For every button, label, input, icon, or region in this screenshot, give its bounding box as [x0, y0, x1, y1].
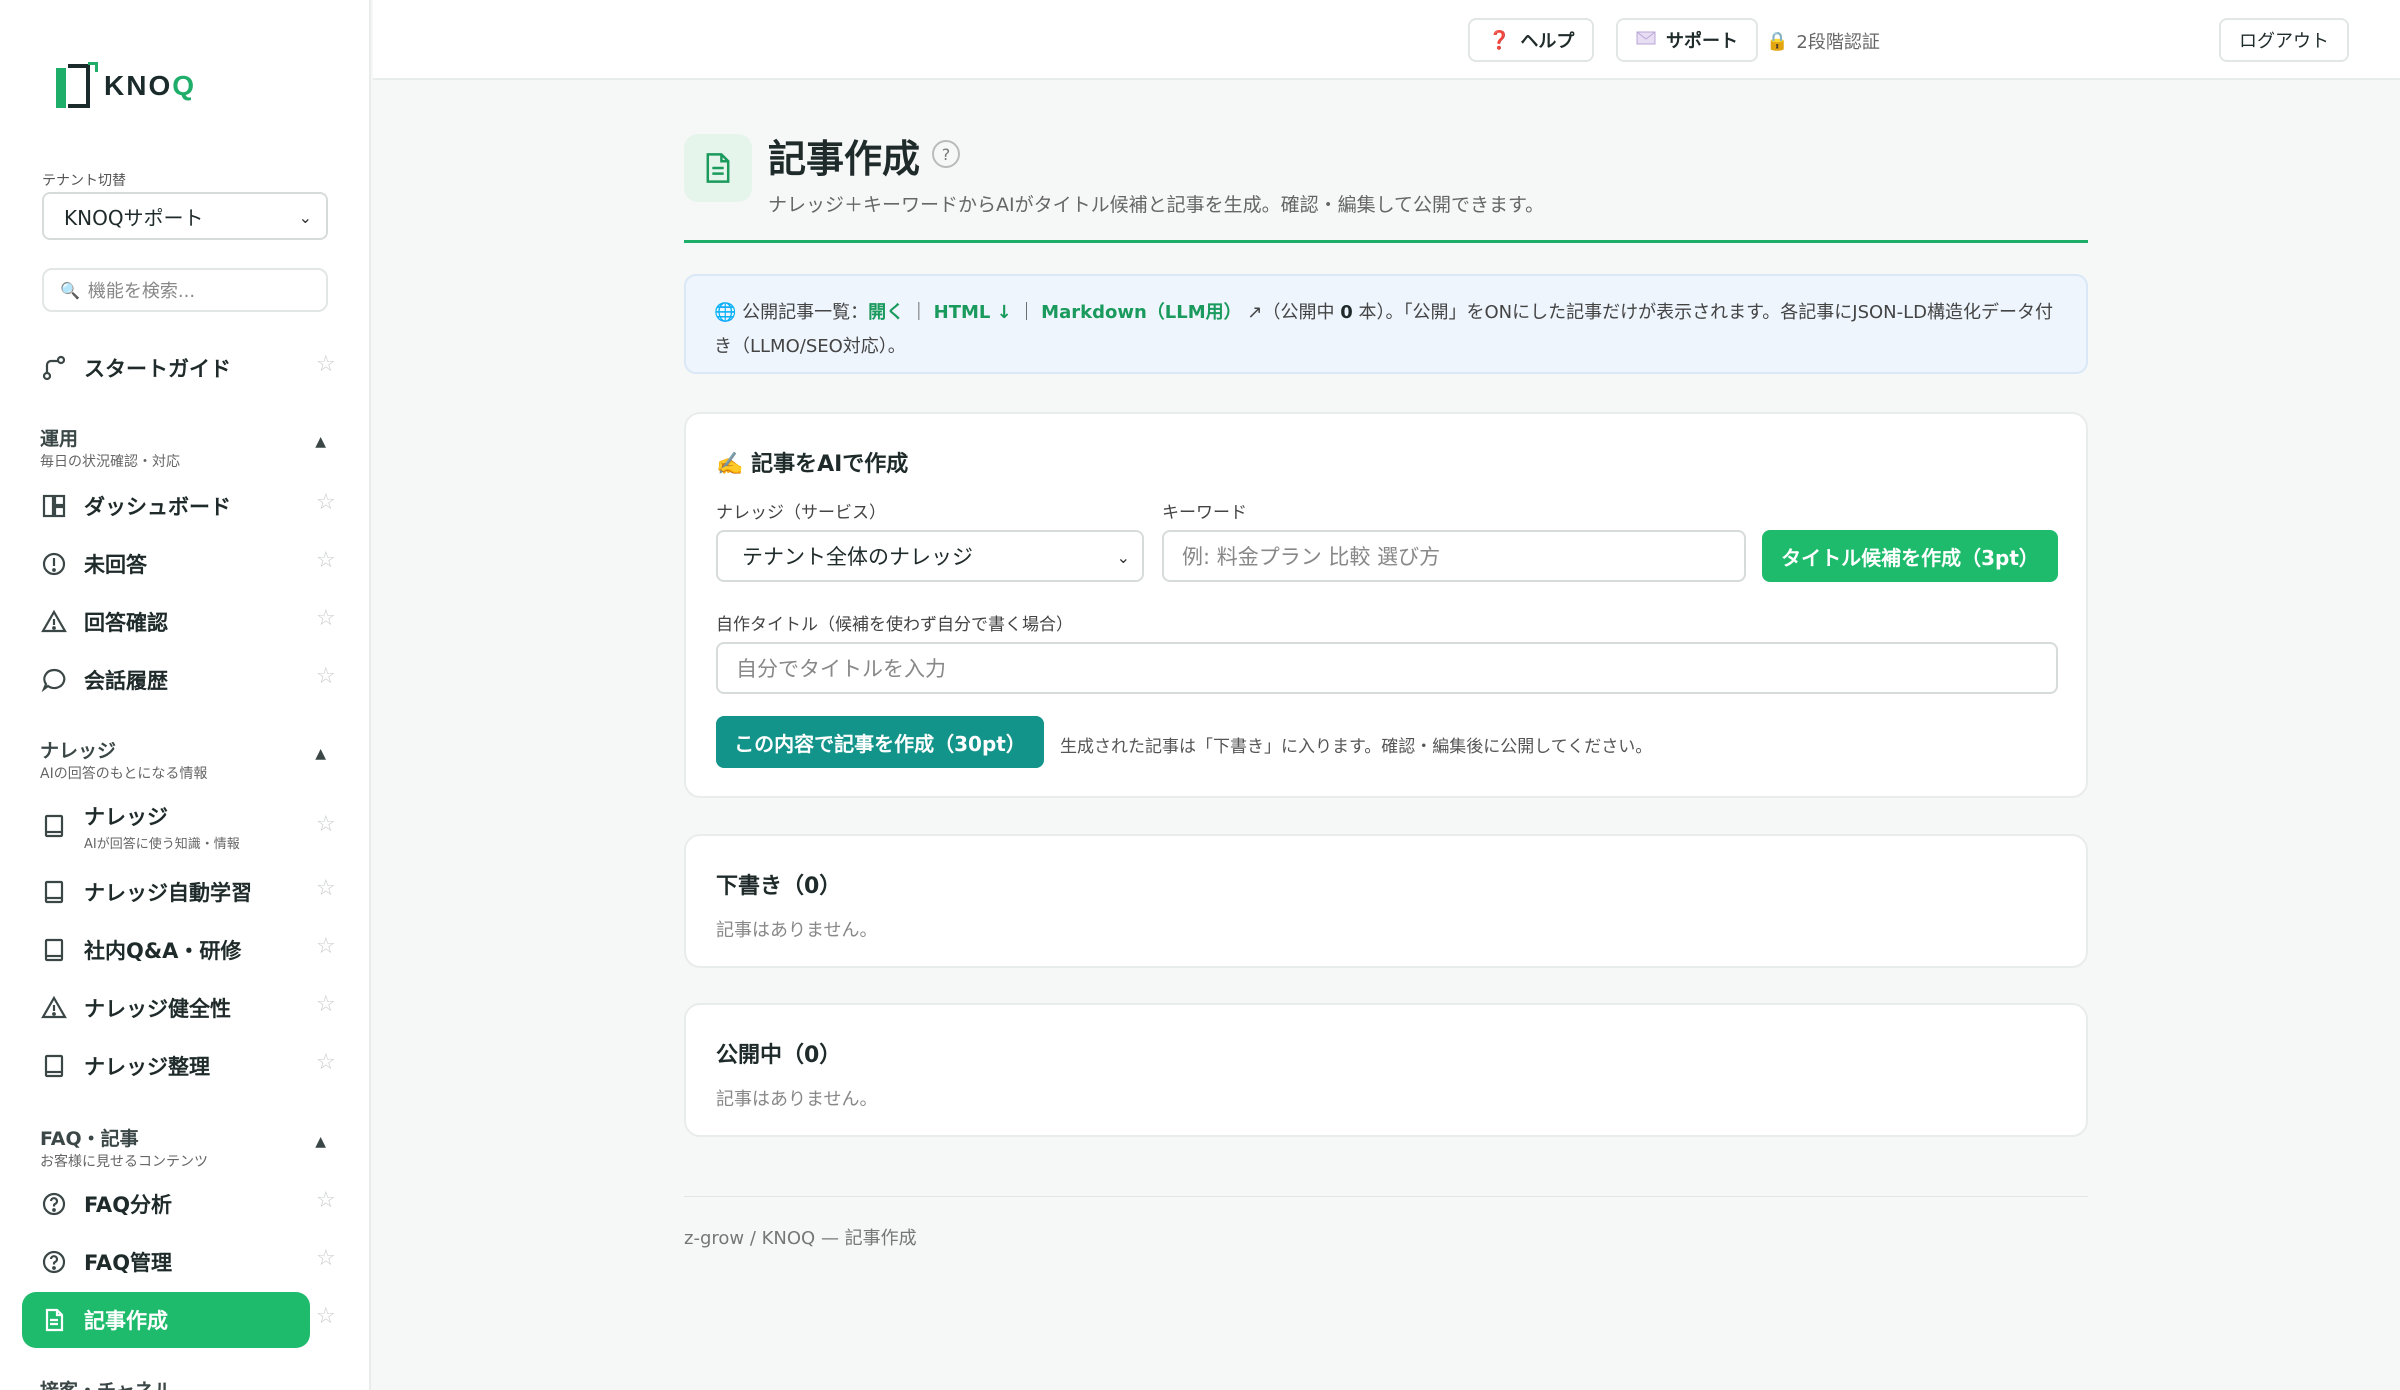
- favorite-star-icon[interactable]: ☆: [316, 812, 336, 837]
- dashboard-icon: [40, 492, 68, 520]
- question-mark-icon: ❓: [1488, 29, 1511, 51]
- knowledge-select-value: テナント全体のナレッジ: [742, 545, 973, 569]
- favorite-star-icon[interactable]: ☆: [316, 352, 336, 377]
- warning-triangle-icon: [40, 994, 68, 1022]
- published-empty-message: 記事はありません。: [716, 1089, 878, 1110]
- sidebar-item-knowledge-auto-learning[interactable]: ナレッジ自動学習: [22, 864, 310, 920]
- collapse-arrow-icon: ▲: [315, 746, 326, 762]
- warning-triangle-icon: [40, 608, 68, 636]
- sidebar-item-faq-management[interactable]: FAQ管理: [22, 1234, 310, 1290]
- favorite-star-icon[interactable]: ☆: [316, 1304, 336, 1329]
- ai-article-card: ✍️ 記事をAIで作成 ナレッジ（サービス） テナント全体のナレッジ ⌄ キーワ…: [684, 412, 2088, 798]
- chevron-down-icon: ⌄: [298, 208, 312, 227]
- feature-search-placeholder: 機能を検索...: [87, 281, 196, 302]
- markdown-link[interactable]: Markdown（LLM用）: [1041, 302, 1241, 323]
- route-icon: [40, 354, 68, 382]
- top-bar: ❓ ヘルプ サポート 🔒 2段階認証 ログアウト: [373, 0, 2400, 80]
- custom-title-label: 自作タイトル（候補を使わず自分で書く場合）: [716, 615, 1073, 635]
- published-count: 0: [1340, 302, 1353, 323]
- help-circle-icon: [40, 1248, 68, 1276]
- sidebar-item-knowledge-organize[interactable]: ナレッジ整理: [22, 1038, 310, 1094]
- sidebar-item-start-guide[interactable]: スタートガイド: [22, 340, 310, 396]
- published-title: 公開中（0）: [716, 1043, 842, 1068]
- favorite-star-icon[interactable]: ☆: [316, 1188, 336, 1213]
- keyword-input[interactable]: 例: 料金プラン 比較 選び方: [1162, 530, 1746, 582]
- two-factor-auth-link[interactable]: 🔒 2段階認証: [1766, 28, 1880, 54]
- alert-circle-icon: [40, 550, 68, 578]
- html-download-link[interactable]: HTML ↓: [934, 302, 1012, 323]
- footer-text: z-grow / KNOQ — 記事作成: [684, 1228, 917, 1249]
- section-operations[interactable]: 運用 毎日の状況確認・対応 ▲: [40, 424, 330, 471]
- custom-title-input[interactable]: 自分でタイトルを入力: [716, 642, 2058, 694]
- knowledge-label: ナレッジ（サービス）: [716, 503, 886, 523]
- sidebar-item-dashboard[interactable]: ダッシュボード: [22, 478, 310, 534]
- drafts-title: 下書き（0）: [716, 874, 842, 899]
- sidebar-item-knowledge-health[interactable]: ナレッジ健全性: [22, 980, 310, 1036]
- section-customer-channels[interactable]: 接客・チャネル: [40, 1376, 330, 1390]
- sidebar-item-knowledge[interactable]: ナレッジ AIが回答に使う知識・情報: [22, 798, 310, 854]
- book-icon: [40, 812, 68, 840]
- drafts-card: 下書き（0） 記事はありません。: [684, 834, 2088, 968]
- logo-mark-icon: [54, 62, 98, 110]
- sidebar-item-internal-qa-training[interactable]: 社内Q&A・研修: [22, 922, 310, 978]
- knoq-logo[interactable]: KNOQ: [54, 62, 196, 110]
- create-article-hint: 生成された記事は「下書き」に入ります。確認・編集後に公開してください。: [1060, 737, 1653, 757]
- collapse-arrow-icon: ▲: [315, 1134, 326, 1150]
- footer-divider: [684, 1196, 2088, 1197]
- page-title: 記事作成: [768, 137, 921, 181]
- create-article-button[interactable]: この内容で記事を作成（30pt）: [716, 716, 1044, 768]
- search-icon: 🔍: [60, 280, 80, 300]
- favorite-star-icon[interactable]: ☆: [316, 876, 336, 901]
- sidebar-item-answer-review[interactable]: 回答確認: [22, 594, 310, 650]
- envelope-icon: [1636, 30, 1656, 51]
- feature-search-input[interactable]: 🔍 機能を検索...: [42, 268, 328, 312]
- ai-card-title: ✍️ 記事をAIで作成: [716, 452, 909, 477]
- favorite-star-icon[interactable]: ☆: [316, 934, 336, 959]
- lock-icon: 🔒: [1766, 30, 1789, 52]
- help-button[interactable]: ❓ ヘルプ: [1468, 18, 1595, 62]
- section-faq-articles[interactable]: FAQ・記事 お客様に見せるコンテンツ ▲: [40, 1124, 330, 1171]
- section-knowledge[interactable]: ナレッジ AIの回答のもとになる情報 ▲: [40, 736, 330, 783]
- knowledge-select[interactable]: テナント全体のナレッジ ⌄: [716, 530, 1144, 582]
- collapse-arrow-icon: ▲: [315, 434, 326, 450]
- globe-icon: 🌐: [714, 302, 737, 323]
- logout-button[interactable]: ログアウト: [2219, 18, 2349, 62]
- favorite-star-icon[interactable]: ☆: [316, 664, 336, 689]
- published-card: 公開中（0） 記事はありません。: [684, 1003, 2088, 1137]
- open-link[interactable]: 開く: [868, 302, 904, 323]
- document-icon: [684, 134, 752, 202]
- chevron-down-icon: ⌄: [1116, 548, 1130, 567]
- tenant-select-value: KNOQサポート: [64, 205, 204, 230]
- drafts-empty-message: 記事はありません。: [716, 920, 878, 941]
- help-tooltip-icon[interactable]: ?: [932, 140, 960, 168]
- writing-hand-icon: ✍️: [716, 452, 744, 477]
- favorite-star-icon[interactable]: ☆: [316, 992, 336, 1017]
- support-button[interactable]: サポート: [1616, 18, 1758, 62]
- logo-text: KNOQ: [104, 70, 197, 101]
- sidebar: KNOQ テナント切替 KNOQサポート ⌄ 🔍 機能を検索... スタートガイ…: [0, 0, 371, 1390]
- favorite-star-icon[interactable]: ☆: [316, 1050, 336, 1075]
- tenant-select[interactable]: KNOQサポート ⌄: [42, 192, 328, 240]
- favorite-star-icon[interactable]: ☆: [316, 606, 336, 631]
- book-icon: [40, 936, 68, 964]
- sidebar-item-unanswered[interactable]: 未回答: [22, 536, 310, 592]
- create-title-candidates-button[interactable]: タイトル候補を作成（3pt）: [1762, 530, 2058, 582]
- sidebar-item-article-creation[interactable]: 記事作成: [22, 1292, 310, 1348]
- public-articles-info: 🌐 公開記事一覧：開く ｜ HTML ↓ ｜ Markdown（LLM用） ↗（…: [684, 274, 2088, 374]
- favorite-star-icon[interactable]: ☆: [316, 490, 336, 515]
- tenant-switch-label: テナント切替: [42, 173, 126, 189]
- favorite-star-icon[interactable]: ☆: [316, 1246, 336, 1271]
- external-link-icon: ↗: [1247, 302, 1263, 323]
- sidebar-item-conversation-history[interactable]: 会話履歴: [22, 652, 310, 708]
- page-description: ナレッジ＋キーワードからAIがタイトル候補と記事を生成。確認・編集して公開できま…: [768, 194, 1545, 216]
- book-icon: [40, 878, 68, 906]
- chat-bubble-icon: [40, 666, 68, 694]
- help-circle-icon: [40, 1190, 68, 1218]
- document-icon: [40, 1306, 68, 1334]
- sidebar-item-faq-analysis[interactable]: FAQ分析: [22, 1176, 310, 1232]
- title-divider: [684, 240, 2088, 243]
- favorite-star-icon[interactable]: ☆: [316, 548, 336, 573]
- keyword-label: キーワード: [1162, 503, 1247, 523]
- book-icon: [40, 1052, 68, 1080]
